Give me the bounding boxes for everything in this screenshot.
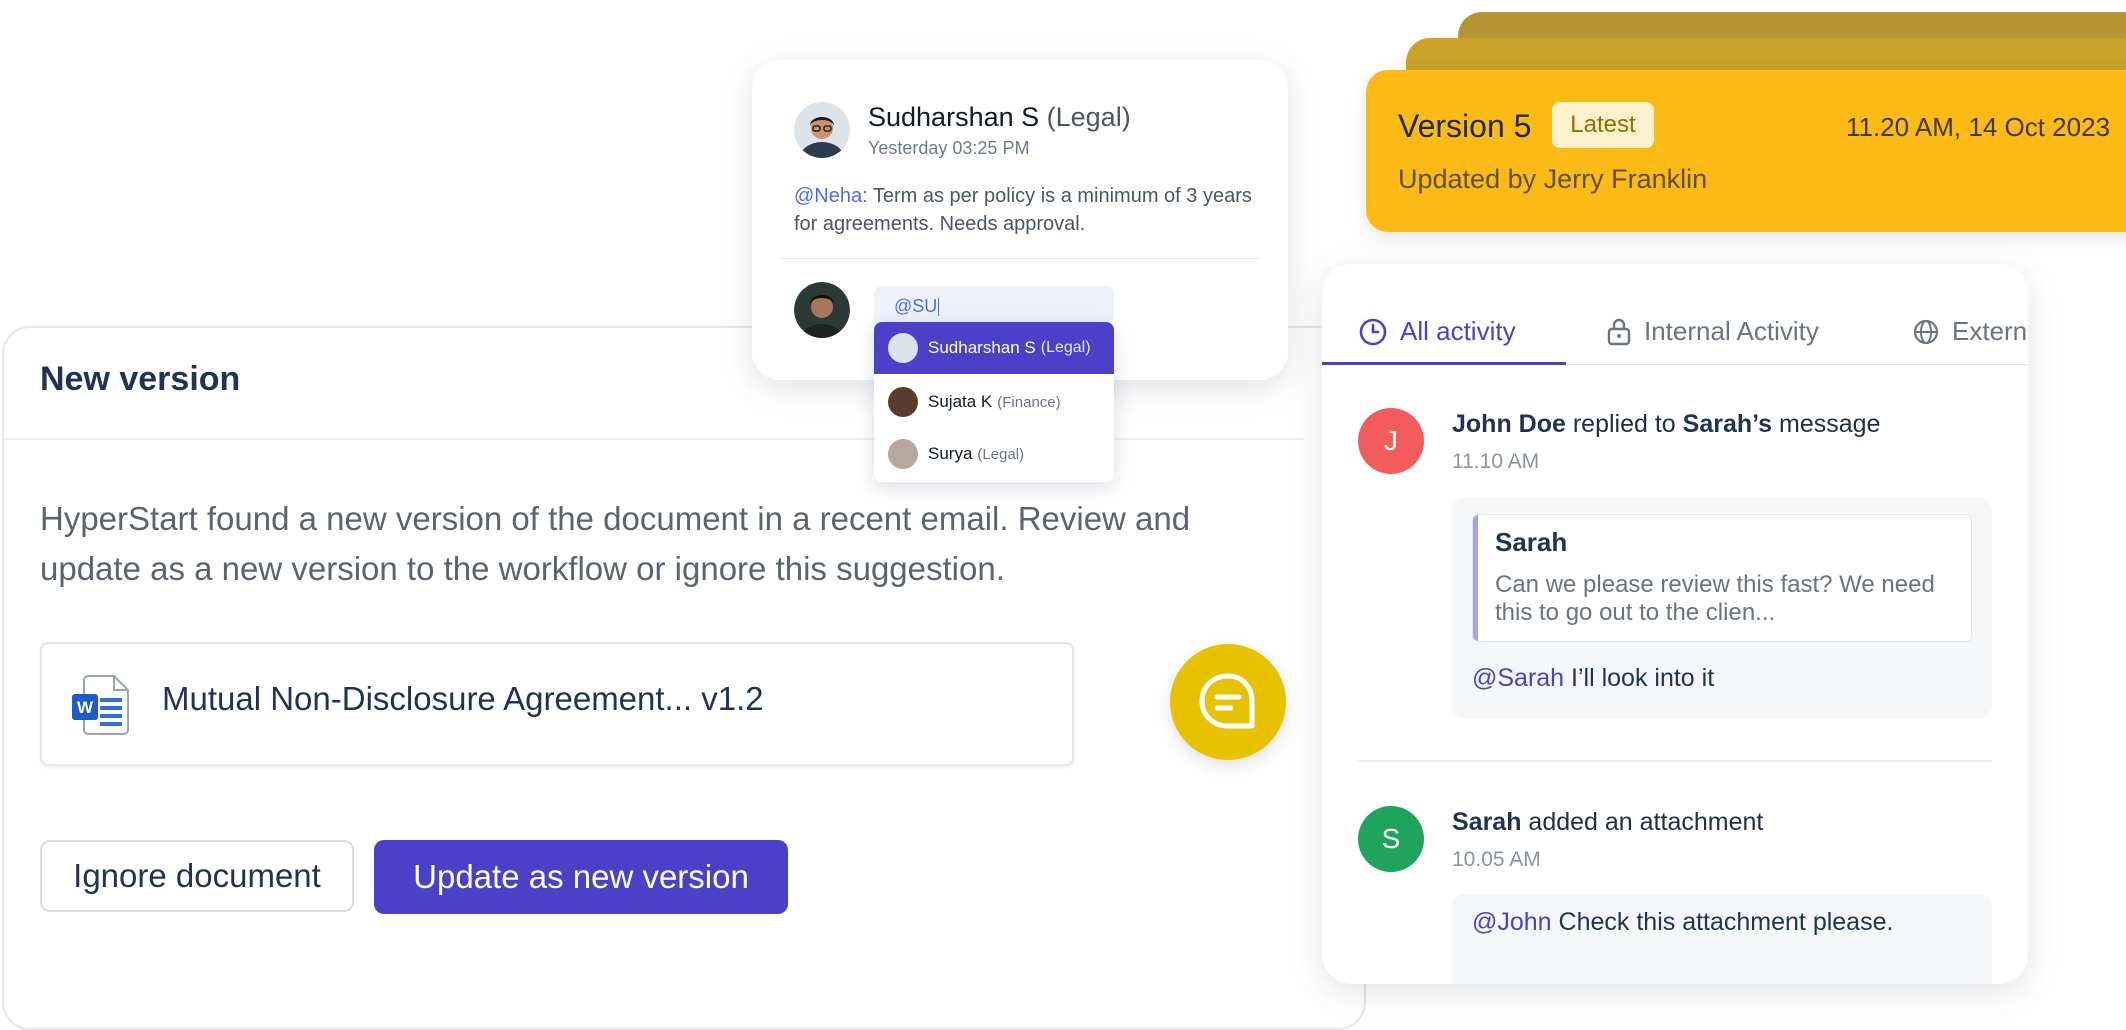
chat-button[interactable] — [1170, 644, 1286, 760]
mention[interactable]: @Neha: — [794, 185, 868, 207]
reply-input[interactable]: @SU — [874, 286, 1114, 326]
version-card[interactable] — [1366, 70, 2126, 232]
globe-icon — [1912, 318, 1940, 346]
svg-text:W: W — [77, 698, 94, 717]
version-title: Version 5 — [1398, 108, 1532, 144]
clock-icon — [1358, 317, 1388, 347]
comment-author: Sudharshan S (Legal) — [868, 102, 1131, 133]
divider — [780, 258, 1260, 259]
author-name: Sudharshan S — [868, 102, 1040, 132]
actor-name[interactable]: John Doe — [1452, 410, 1566, 438]
update-as-new-version-button[interactable]: Update as new version — [374, 840, 788, 914]
quote-author: Sarah — [1495, 527, 1568, 557]
avatar — [888, 333, 918, 363]
tab-label: External — [1952, 316, 2028, 346]
activity-action: added an attachment — [1521, 808, 1764, 836]
comment-time: Yesterday 03:25 PM — [868, 138, 1030, 158]
avatar — [888, 439, 918, 469]
reply-message: Check this attachment please. — [1551, 908, 1894, 936]
active-tab-indicator — [1322, 362, 1566, 365]
reply-message: I’ll look into it — [1564, 664, 1715, 692]
mention-dropdown: Sudharshan S (Legal) Sujata K (Finance) Su… — [874, 322, 1114, 482]
new-version-title: New version — [40, 360, 241, 398]
reply-input-value: @SU — [894, 296, 938, 316]
reply-box: Sarah Can we please review this fast? We… — [1452, 498, 1992, 718]
mention-option[interactable]: Surya (Legal) — [874, 428, 1114, 480]
quoted-message[interactable]: Sarah Can we please review this fast? We… — [1472, 514, 1972, 642]
tab-label: All activity — [1400, 316, 1516, 346]
activity-line: John Doe replied to Sarah’s message — [1452, 410, 1880, 439]
option-name: Sujata K — [928, 392, 993, 411]
comment-message: @Neha: Term as per policy is a minimum o… — [794, 182, 1264, 238]
option-dept: (Finance) — [997, 393, 1061, 411]
latest-badge: Latest — [1552, 102, 1654, 148]
activity-time: 10.05 AM — [1452, 848, 1541, 871]
activity-line: Sarah added an attachment — [1452, 808, 1763, 837]
activity-action: replied to — [1565, 410, 1683, 438]
document-name[interactable]: Mutual Non-Disclosure Agreement... v1.2 — [162, 680, 764, 718]
quote-text: Can we please review this fast? We need … — [1495, 571, 1935, 626]
avatar — [888, 387, 918, 417]
quote-bar — [1473, 515, 1478, 641]
mention-option[interactable]: Sudharshan S (Legal) — [874, 322, 1114, 374]
option-dept: (Legal) — [977, 445, 1025, 463]
activity-time: 11.10 AM — [1452, 450, 1540, 473]
ignore-document-button[interactable]: Ignore document — [40, 840, 354, 912]
tab-external[interactable]: External — [1912, 316, 2028, 347]
text-cursor — [938, 298, 940, 317]
option-name: Sudharshan S — [928, 338, 1036, 357]
reply-text: @John Check this attachment please. — [1472, 908, 1893, 937]
mention[interactable]: @Sarah — [1472, 664, 1564, 692]
avatar: J — [1358, 408, 1424, 474]
chat-bubble-icon — [1196, 670, 1260, 734]
tab-label: Internal Activity — [1644, 316, 1819, 346]
reply-text: @Sarah I’ll look into it — [1472, 664, 1714, 693]
mention[interactable]: @John — [1472, 908, 1552, 936]
version-updated-by: Updated by Jerry Franklin — [1398, 164, 1708, 194]
avatar: S — [1358, 806, 1424, 872]
new-version-description: HyperStart found a new version of the do… — [40, 500, 1191, 587]
lock-icon — [1606, 317, 1632, 347]
tab-all-activity[interactable]: All activity — [1358, 316, 1516, 347]
option-name: Surya — [928, 444, 973, 463]
tab-internal-activity[interactable]: Internal Activity — [1606, 316, 1819, 347]
avatar — [794, 102, 850, 158]
option-dept: (Legal) — [1040, 339, 1091, 356]
actor-name[interactable]: Sarah — [1452, 808, 1521, 836]
activity-panel: All activity Internal Activity External … — [1322, 264, 2028, 984]
activity-action: message — [1772, 410, 1881, 438]
author-dept: (Legal) — [1046, 102, 1131, 132]
target-name[interactable]: Sarah’s — [1683, 410, 1772, 438]
word-doc-icon: W — [70, 672, 134, 736]
reply-box: @John Check this attachment please. — [1452, 894, 1992, 984]
version-date: 11.20 AM, 14 Oct 2023 — [1846, 112, 2111, 142]
divider — [1358, 760, 1992, 762]
mention-option[interactable]: Sujata K (Finance) — [874, 376, 1114, 428]
current-user-avatar — [794, 282, 850, 338]
